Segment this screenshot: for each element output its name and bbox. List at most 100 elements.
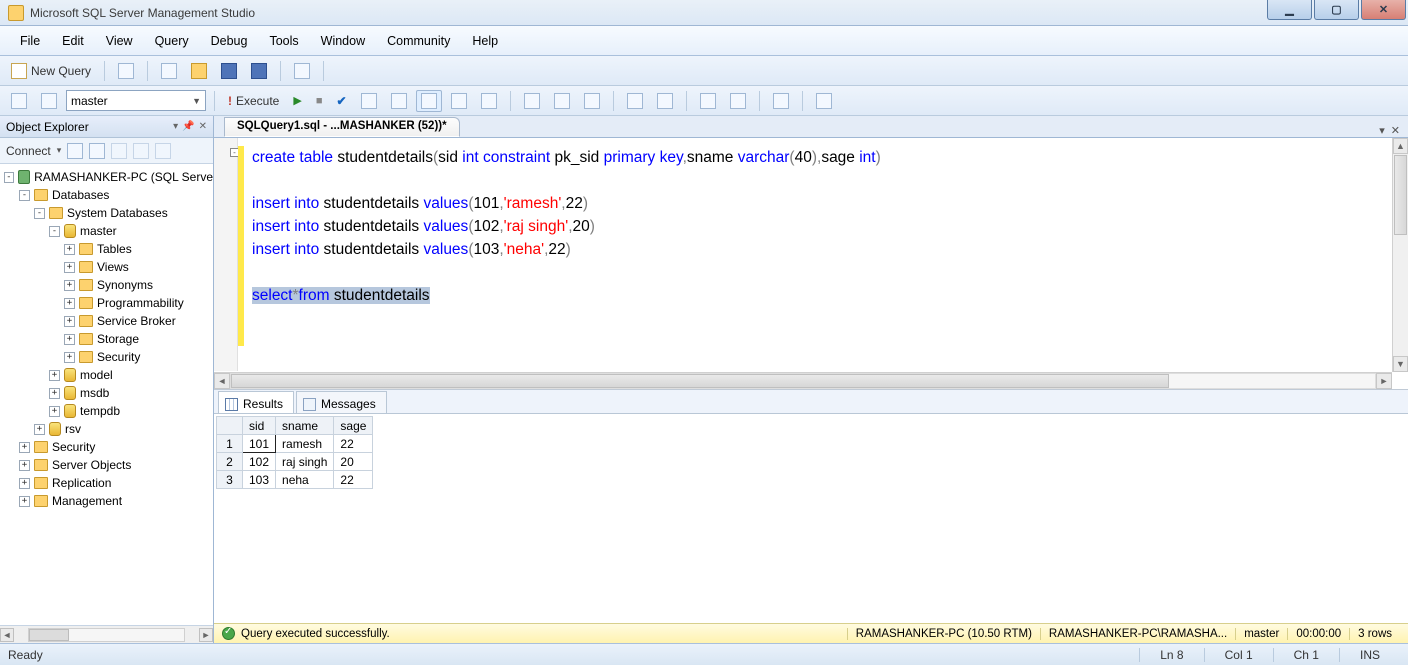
expand-toggle[interactable]: +	[19, 460, 30, 471]
expand-toggle[interactable]: +	[34, 424, 45, 435]
dropdown-icon[interactable]: ▾	[173, 121, 178, 132]
new-query-button[interactable]: New Query	[6, 60, 96, 82]
scroll-track[interactable]	[230, 373, 1376, 389]
scroll-left-icon[interactable]: ◄	[0, 628, 14, 642]
cell-sname[interactable]: ramesh	[276, 435, 334, 453]
activity-monitor-button[interactable]	[289, 60, 315, 82]
tree-server[interactable]: RAMASHANKER-PC (SQL Serve	[34, 170, 213, 184]
scroll-right-icon[interactable]: ►	[1376, 373, 1392, 389]
tree-management[interactable]: Management	[52, 494, 122, 508]
toolbar-btn-8[interactable]	[622, 90, 648, 112]
stop-button[interactable]: ■	[311, 90, 328, 112]
toolbar-btn-10[interactable]	[695, 90, 721, 112]
messages-tab[interactable]: Messages	[296, 391, 387, 413]
new-project-button[interactable]	[156, 60, 182, 82]
expand-toggle[interactable]: +	[49, 406, 60, 417]
expand-toggle[interactable]: +	[64, 334, 75, 345]
toolbar-btn-4[interactable]	[476, 90, 502, 112]
expand-toggle[interactable]: +	[49, 370, 60, 381]
object-explorer-tree[interactable]: -RAMASHANKER-PC (SQL Serve -Databases -S…	[0, 164, 213, 625]
expand-toggle[interactable]: +	[64, 316, 75, 327]
toolbar-btn-1[interactable]	[356, 90, 382, 112]
query-tab[interactable]: SQLQuery1.sql - ...MASHANKER (52))*	[224, 117, 460, 137]
connect-label[interactable]: Connect	[6, 144, 51, 158]
scroll-up-icon[interactable]: ▲	[1393, 138, 1408, 154]
menu-window[interactable]: Window	[311, 30, 375, 52]
tree-storage[interactable]: Storage	[97, 332, 139, 346]
tree-tempdb[interactable]: tempdb	[80, 404, 120, 418]
toolbar-btn-9[interactable]	[652, 90, 678, 112]
menu-view[interactable]: View	[96, 30, 143, 52]
results-grid[interactable]: sid sname sage 1 101 ramesh 22 2 102 raj…	[214, 414, 1408, 623]
open-folder-button[interactable]	[186, 60, 212, 82]
col-sid[interactable]: sid	[243, 417, 276, 435]
expand-toggle[interactable]: +	[64, 352, 75, 363]
tree-master[interactable]: master	[80, 224, 117, 238]
database-combobox[interactable]: master ▼	[66, 90, 206, 111]
results-tab[interactable]: Results	[218, 391, 294, 413]
tree-tables[interactable]: Tables	[97, 242, 132, 256]
menu-tools[interactable]: Tools	[259, 30, 308, 52]
tree-msdb[interactable]: msdb	[80, 386, 109, 400]
tree-replication[interactable]: Replication	[52, 476, 111, 490]
table-row[interactable]: 3 103 neha 22	[217, 471, 373, 489]
object-explorer-hscroll[interactable]: ◄ ►	[0, 625, 213, 643]
cell-sage[interactable]: 20	[334, 453, 373, 471]
table-row[interactable]: 2 102 raj singh 20	[217, 453, 373, 471]
close-panel-icon[interactable]: ✕	[199, 121, 207, 132]
toolbar-btn-7[interactable]	[579, 90, 605, 112]
tree-security[interactable]: Security	[52, 440, 95, 454]
tree-views[interactable]: Views	[97, 260, 129, 274]
expand-toggle[interactable]: +	[19, 496, 30, 507]
change-connection-button[interactable]	[6, 90, 32, 112]
menu-community[interactable]: Community	[377, 30, 460, 52]
tree-synonyms[interactable]: Synonyms	[97, 278, 153, 292]
tab-close-icon[interactable]: ✕	[1391, 124, 1400, 137]
expand-toggle[interactable]: -	[4, 172, 14, 183]
save-button[interactable]	[216, 60, 242, 82]
cell-sid[interactable]: 101	[243, 435, 276, 453]
open-file-button[interactable]	[113, 60, 139, 82]
scroll-thumb[interactable]	[1394, 155, 1407, 235]
toolbar-btn-12[interactable]	[768, 90, 794, 112]
cell-sid[interactable]: 102	[243, 453, 276, 471]
editor-hscroll[interactable]: ◄ ►	[214, 372, 1392, 389]
expand-toggle[interactable]: +	[64, 298, 75, 309]
scroll-thumb[interactable]	[231, 374, 1169, 388]
cell-sname[interactable]: raj singh	[276, 453, 334, 471]
execute-button[interactable]: ! Execute	[223, 90, 284, 112]
cell-sage[interactable]: 22	[334, 471, 373, 489]
disconnect-icon[interactable]	[89, 143, 105, 159]
expand-toggle[interactable]: +	[64, 244, 75, 255]
save-all-button[interactable]	[246, 60, 272, 82]
toolbar-btn-2[interactable]	[386, 90, 412, 112]
cell-sage[interactable]: 22	[334, 435, 373, 453]
menu-help[interactable]: Help	[462, 30, 508, 52]
debug-play-button[interactable]: ▶	[288, 90, 306, 112]
toolbar-btn-11[interactable]	[725, 90, 751, 112]
available-db-button[interactable]	[36, 90, 62, 112]
expand-toggle[interactable]: +	[19, 442, 30, 453]
results-to-grid-button[interactable]	[416, 90, 442, 112]
maximize-button[interactable]: ▢	[1314, 0, 1359, 20]
expand-toggle[interactable]: -	[49, 226, 60, 237]
parse-button[interactable]: ✔	[331, 90, 351, 112]
editor-content[interactable]: create table studentdetails(sid int cons…	[252, 146, 881, 307]
tree-databases[interactable]: Databases	[52, 188, 109, 202]
scroll-left-icon[interactable]: ◄	[214, 373, 230, 389]
menu-file[interactable]: File	[10, 30, 50, 52]
pin-icon[interactable]: 📌	[182, 121, 194, 132]
editor-vscroll[interactable]: ▲ ▼	[1392, 138, 1408, 372]
table-row[interactable]: 1 101 ramesh 22	[217, 435, 373, 453]
close-button[interactable]: ✕	[1361, 0, 1406, 20]
expand-toggle[interactable]: -	[19, 190, 30, 201]
toolbar-btn-5[interactable]	[519, 90, 545, 112]
menu-debug[interactable]: Debug	[201, 30, 258, 52]
expand-toggle[interactable]: -	[34, 208, 45, 219]
toolbar-btn-3[interactable]	[446, 90, 472, 112]
expand-toggle[interactable]: +	[64, 262, 75, 273]
expand-toggle[interactable]: +	[19, 478, 30, 489]
minimize-button[interactable]: ▁	[1267, 0, 1312, 20]
cell-sname[interactable]: neha	[276, 471, 334, 489]
cell-sid[interactable]: 103	[243, 471, 276, 489]
